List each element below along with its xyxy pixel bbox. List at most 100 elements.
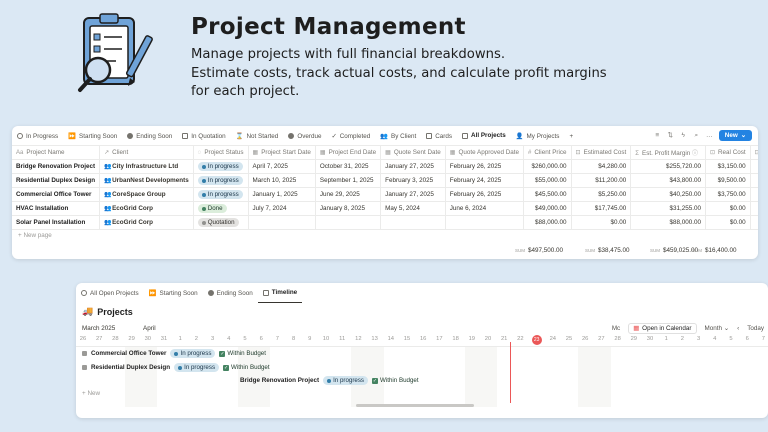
estimated-cost-cell[interactable]: $0.00 — [571, 215, 632, 230]
client-cell[interactable]: 👥City Infrastructure Ltd — [99, 159, 194, 174]
quote-sent-cell[interactable]: January 27, 2025 — [380, 187, 446, 202]
table-row[interactable]: Bridge Renovation Project 👥City Infrastr… — [12, 159, 758, 174]
tab-cards[interactable]: Cards — [421, 126, 457, 146]
sort-icon[interactable]: ⇅ — [667, 132, 674, 139]
project-name-cell[interactable]: Residential Duplex Design — [12, 173, 101, 188]
sum-client-price[interactable]: SUM $497,500.00 — [515, 247, 563, 254]
client-cell[interactable]: 👥UrbanNest Developments — [99, 173, 194, 188]
tab-ending-soon[interactable]: Ending Soon — [203, 283, 258, 303]
start-date-cell[interactable]: April 7, 2025 — [248, 159, 316, 174]
column-header[interactable]: Σ Est. Profit Margin ⓘ — [630, 145, 706, 160]
prev-icon[interactable]: ‹ — [737, 325, 739, 332]
quote-approved-cell[interactable]: February 26, 2025 — [445, 159, 525, 174]
quote-sent-cell[interactable] — [380, 215, 446, 230]
status-cell[interactable]: In progress — [193, 159, 249, 174]
client-price-cell[interactable]: $260,000.00 — [523, 159, 572, 174]
drag-handle-icon[interactable] — [82, 351, 87, 356]
tab-timeline[interactable]: Timeline — [257, 283, 303, 303]
lightning-icon[interactable]: ϟ — [680, 132, 687, 139]
column-header[interactable]: ▦ Project Start Date — [248, 145, 316, 160]
end-date-cell[interactable]: September 1, 2025 — [315, 173, 382, 188]
real-cost-cell[interactable]: $0.00 — [705, 215, 751, 230]
start-date-cell[interactable]: January 1, 2025 — [248, 187, 316, 202]
truncated-cell[interactable] — [750, 159, 758, 174]
more-icon[interactable]: … — [706, 132, 713, 139]
table-row[interactable]: HVAC Installation 👥EcoGrid Corp Done Jul… — [12, 201, 758, 216]
quote-approved-cell[interactable] — [445, 215, 525, 230]
estimated-cost-cell[interactable]: $17,745.00 — [571, 201, 632, 216]
column-header[interactable]: ⊡ Estimated Cost — [571, 145, 632, 160]
column-header[interactable]: ⊡ Real Cost — [705, 145, 751, 160]
profit-margin-cell[interactable]: $255,720.00 — [630, 159, 706, 174]
start-date-cell[interactable]: July 7, 2024 — [248, 201, 316, 216]
tab-completed[interactable]: ✓ Completed — [326, 126, 375, 146]
profit-margin-cell[interactable]: $31,255.00 — [630, 201, 706, 216]
profit-margin-cell[interactable]: $40,250.00 — [630, 187, 706, 202]
quote-sent-cell[interactable]: May 5, 2024 — [380, 201, 446, 216]
tab-starting-soon[interactable]: ⏩ Starting Soon — [63, 126, 122, 146]
truncated-cell[interactable] — [750, 201, 758, 216]
status-cell[interactable]: Quotation — [193, 215, 249, 230]
real-cost-cell[interactable]: $3,150.00 — [705, 159, 751, 174]
view-selector[interactable]: Month ⌄ — [705, 325, 730, 332]
sum-profit-margin[interactable]: SUM $459,025.00 — [650, 247, 698, 254]
column-header[interactable]: # Client Price — [523, 145, 572, 160]
column-header[interactable]: Aa Project Name — [12, 145, 101, 160]
project-name-cell[interactable]: HVAC Installation — [12, 201, 101, 216]
add-view-button[interactable]: + — [564, 126, 578, 146]
client-cell[interactable]: 👥EcoGrid Corp — [99, 215, 194, 230]
column-header[interactable]: ◌ Project Status — [193, 145, 249, 160]
tab-all-open-projects[interactable]: All Open Projects — [76, 283, 144, 303]
status-cell[interactable]: In progress — [193, 187, 249, 202]
client-price-cell[interactable]: $88,000.00 — [523, 215, 572, 230]
end-date-cell[interactable]: June 29, 2025 — [315, 187, 382, 202]
truncated-cell[interactable] — [750, 215, 758, 230]
sum-estimated-cost[interactable]: SUM $38,475.00 — [585, 247, 630, 254]
status-cell[interactable]: Done — [193, 201, 249, 216]
column-header[interactable]: ↗ Client — [99, 145, 194, 160]
tab-all-projects[interactable]: All Projects — [457, 126, 511, 146]
tab-in-progress[interactable]: In Progress — [12, 126, 63, 146]
start-date-cell[interactable] — [248, 215, 316, 230]
project-name-cell[interactable]: Bridge Renovation Project — [12, 159, 101, 174]
table-row[interactable]: Solar Panel Installation 👥EcoGrid Corp Q… — [12, 215, 758, 230]
profit-margin-cell[interactable]: $43,800.00 — [630, 173, 706, 188]
tab-ending-soon[interactable]: Ending Soon — [122, 126, 177, 146]
new-page-button[interactable]: + New page — [18, 232, 52, 239]
sum-real-cost[interactable]: SUM $16,400.00 — [692, 247, 737, 254]
real-cost-cell[interactable]: $0.00 — [705, 201, 751, 216]
new-item-button[interactable]: + New — [82, 390, 100, 397]
real-cost-cell[interactable]: $9,500.00 — [705, 173, 751, 188]
new-button[interactable]: New ⌄ — [718, 130, 752, 141]
tab-overdue[interactable]: Overdue — [283, 126, 326, 146]
quote-sent-cell[interactable]: February 3, 2025 — [380, 173, 446, 188]
profit-margin-cell[interactable]: $88,000.00 — [630, 215, 706, 230]
end-date-cell[interactable]: January 8, 2025 — [315, 201, 382, 216]
timeline-item[interactable]: Commercial Office Tower In progress ✓ Wit… — [82, 349, 266, 358]
truncated-cell[interactable] — [750, 187, 758, 202]
horizontal-scrollbar[interactable] — [356, 404, 474, 407]
client-cell[interactable]: 👥CoreSpace Group — [99, 187, 194, 202]
client-price-cell[interactable]: $49,000.00 — [523, 201, 572, 216]
timeline-item[interactable]: Bridge Renovation Project In progress ✓ W… — [240, 376, 419, 385]
quote-sent-cell[interactable]: January 27, 2025 — [380, 159, 446, 174]
search-icon[interactable]: ⌕ — [693, 132, 700, 139]
quote-approved-cell[interactable]: February 26, 2025 — [445, 187, 525, 202]
estimated-cost-cell[interactable]: $5,250.00 — [571, 187, 632, 202]
quote-approved-cell[interactable]: February 24, 2025 — [445, 173, 525, 188]
estimated-cost-cell[interactable]: $4,280.00 — [571, 159, 632, 174]
end-date-cell[interactable] — [315, 215, 382, 230]
today-button[interactable]: Today — [747, 325, 764, 332]
tab-in-quotation[interactable]: In Quotation — [177, 126, 230, 146]
drag-handle-icon[interactable] — [82, 365, 87, 370]
truncated-cell[interactable] — [750, 173, 758, 188]
tab-not-started[interactable]: ⌛ Not Started — [231, 126, 284, 146]
column-header[interactable]: ▦ Project End Date — [315, 145, 382, 160]
column-header[interactable]: ▦ Quote Approved Date — [445, 145, 525, 160]
end-date-cell[interactable]: October 31, 2025 — [315, 159, 382, 174]
quote-approved-cell[interactable]: June 6, 2024 — [445, 201, 525, 216]
tab-starting-soon[interactable]: ⏩ Starting Soon — [144, 283, 203, 303]
table-row[interactable]: Commercial Office Tower 👥CoreSpace Group… — [12, 187, 758, 202]
client-cell[interactable]: 👥EcoGrid Corp — [99, 201, 194, 216]
filter-icon[interactable]: ≡ — [654, 132, 661, 139]
